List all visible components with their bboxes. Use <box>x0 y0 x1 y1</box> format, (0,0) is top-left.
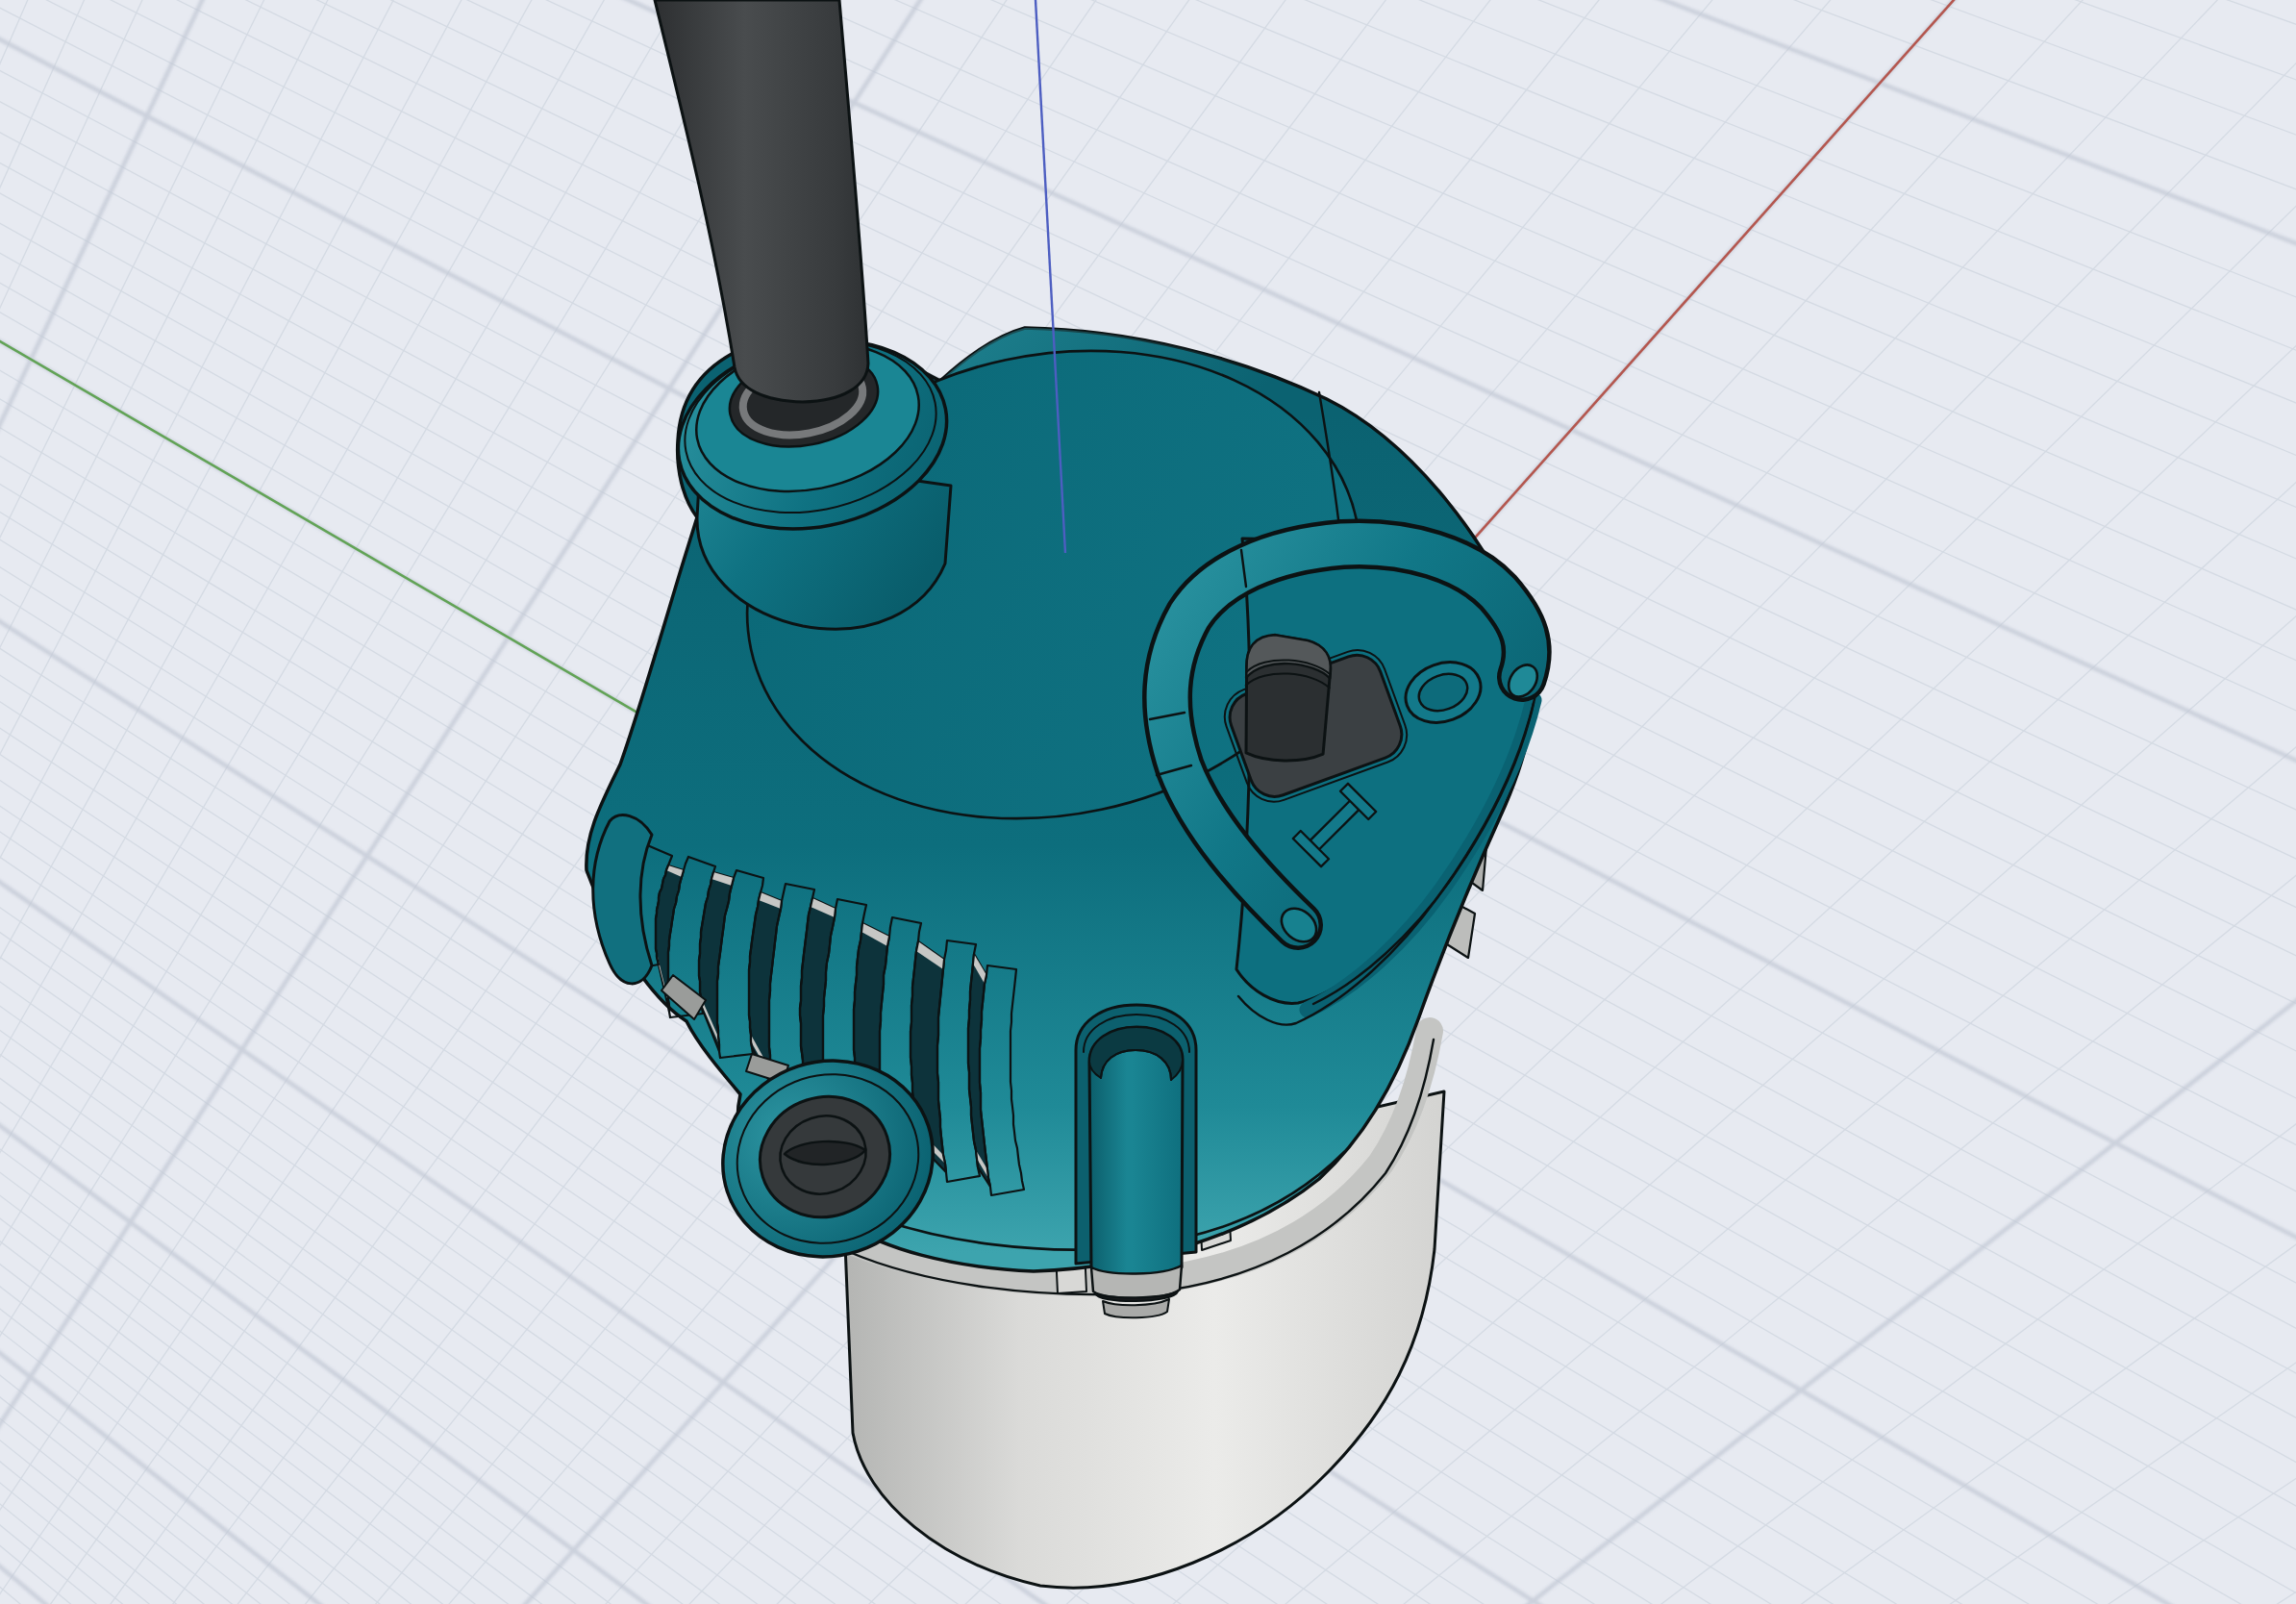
power-switch[interactable] <box>1241 634 1332 763</box>
scene-canvas: O I <box>0 0 2296 1604</box>
cad-viewport[interactable]: O I <box>0 0 2296 1604</box>
clamp-lever[interactable] <box>1076 1005 1196 1317</box>
